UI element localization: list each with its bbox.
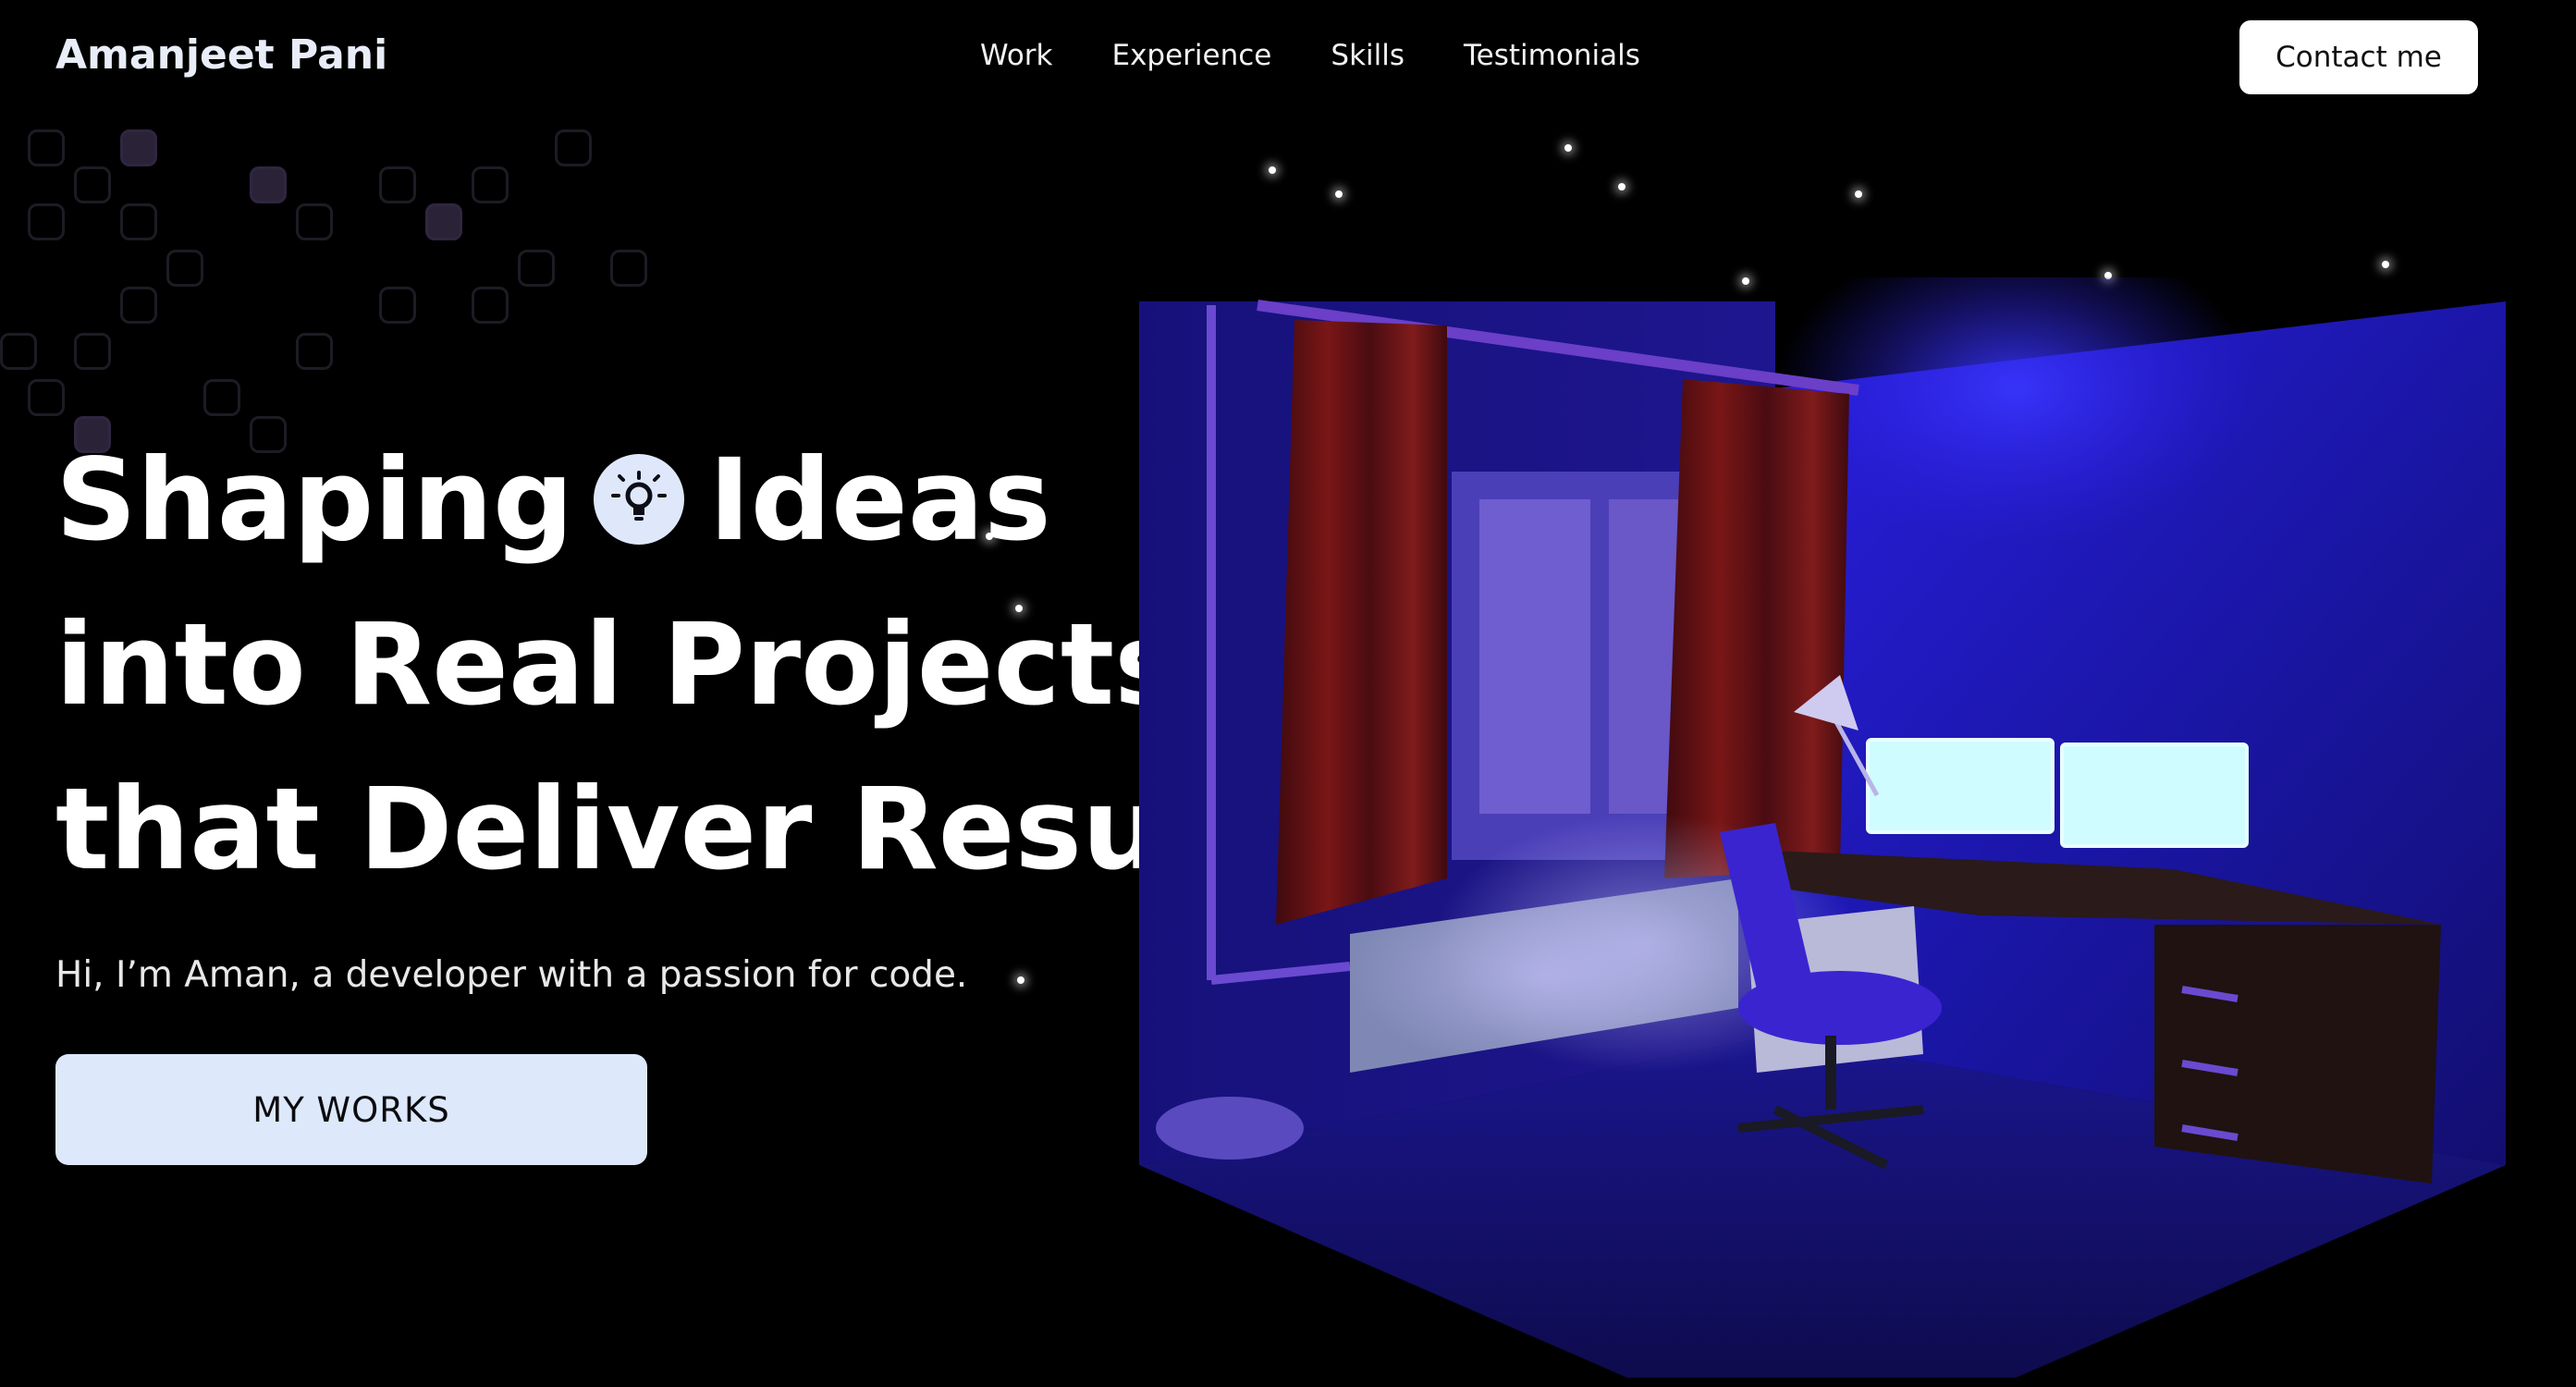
star-dot: [1017, 976, 1024, 984]
room-illustration: [1139, 277, 2506, 1378]
decorative-tile: [296, 203, 333, 240]
nav-testimonials[interactable]: Testimonials: [1464, 39, 1640, 72]
star-dot: [1269, 166, 1276, 174]
decorative-tile: [425, 203, 462, 240]
decorative-tile: [28, 129, 65, 166]
star-dot: [986, 533, 993, 540]
nav-experience[interactable]: Experience: [1112, 39, 1272, 72]
star-dot: [1335, 190, 1343, 198]
decorative-tile: [555, 129, 592, 166]
contact-button[interactable]: Contact me: [2239, 20, 2478, 94]
headline-word-ideas: Ideas: [708, 435, 1051, 566]
portfolio-page: Amanjeet Pani Work Experience Skills Tes…: [0, 0, 2576, 1387]
decorative-tile: [379, 166, 416, 203]
headline-word-shaping: Shaping: [55, 435, 574, 566]
main-nav: Work Experience Skills Testimonials: [980, 39, 1640, 72]
hero-subtitle: Hi, I’m Aman, a developer with a passion…: [55, 954, 968, 996]
decorative-tile: [74, 333, 111, 370]
decorative-tile: [166, 250, 203, 287]
decorative-tile-grid: [0, 129, 666, 462]
decorative-tile: [472, 287, 509, 324]
decorative-tile: [28, 379, 65, 416]
star-dot: [1564, 144, 1572, 152]
decorative-tile: [28, 203, 65, 240]
nav-work[interactable]: Work: [980, 39, 1053, 72]
lightbulb-icon: [594, 453, 685, 545]
decorative-tile: [0, 333, 37, 370]
star-dot: [2382, 261, 2389, 268]
decorative-tile: [296, 333, 333, 370]
decorative-tile: [74, 166, 111, 203]
decorative-tile: [250, 166, 287, 203]
decorative-tile: [518, 250, 555, 287]
nav-skills[interactable]: Skills: [1331, 39, 1405, 72]
decorative-tile: [120, 129, 157, 166]
decorative-tile: [120, 203, 157, 240]
decorative-tile: [610, 250, 647, 287]
my-works-button[interactable]: MY WORKS: [55, 1054, 647, 1165]
decorative-tile: [120, 287, 157, 324]
star-dot: [1015, 605, 1023, 612]
decorative-tile: [472, 166, 509, 203]
star-dot: [1855, 190, 1862, 198]
brand-logo[interactable]: Amanjeet Pani: [55, 31, 387, 79]
decorative-tile: [379, 287, 416, 324]
star-dot: [1618, 183, 1625, 190]
decorative-tile: [203, 379, 240, 416]
